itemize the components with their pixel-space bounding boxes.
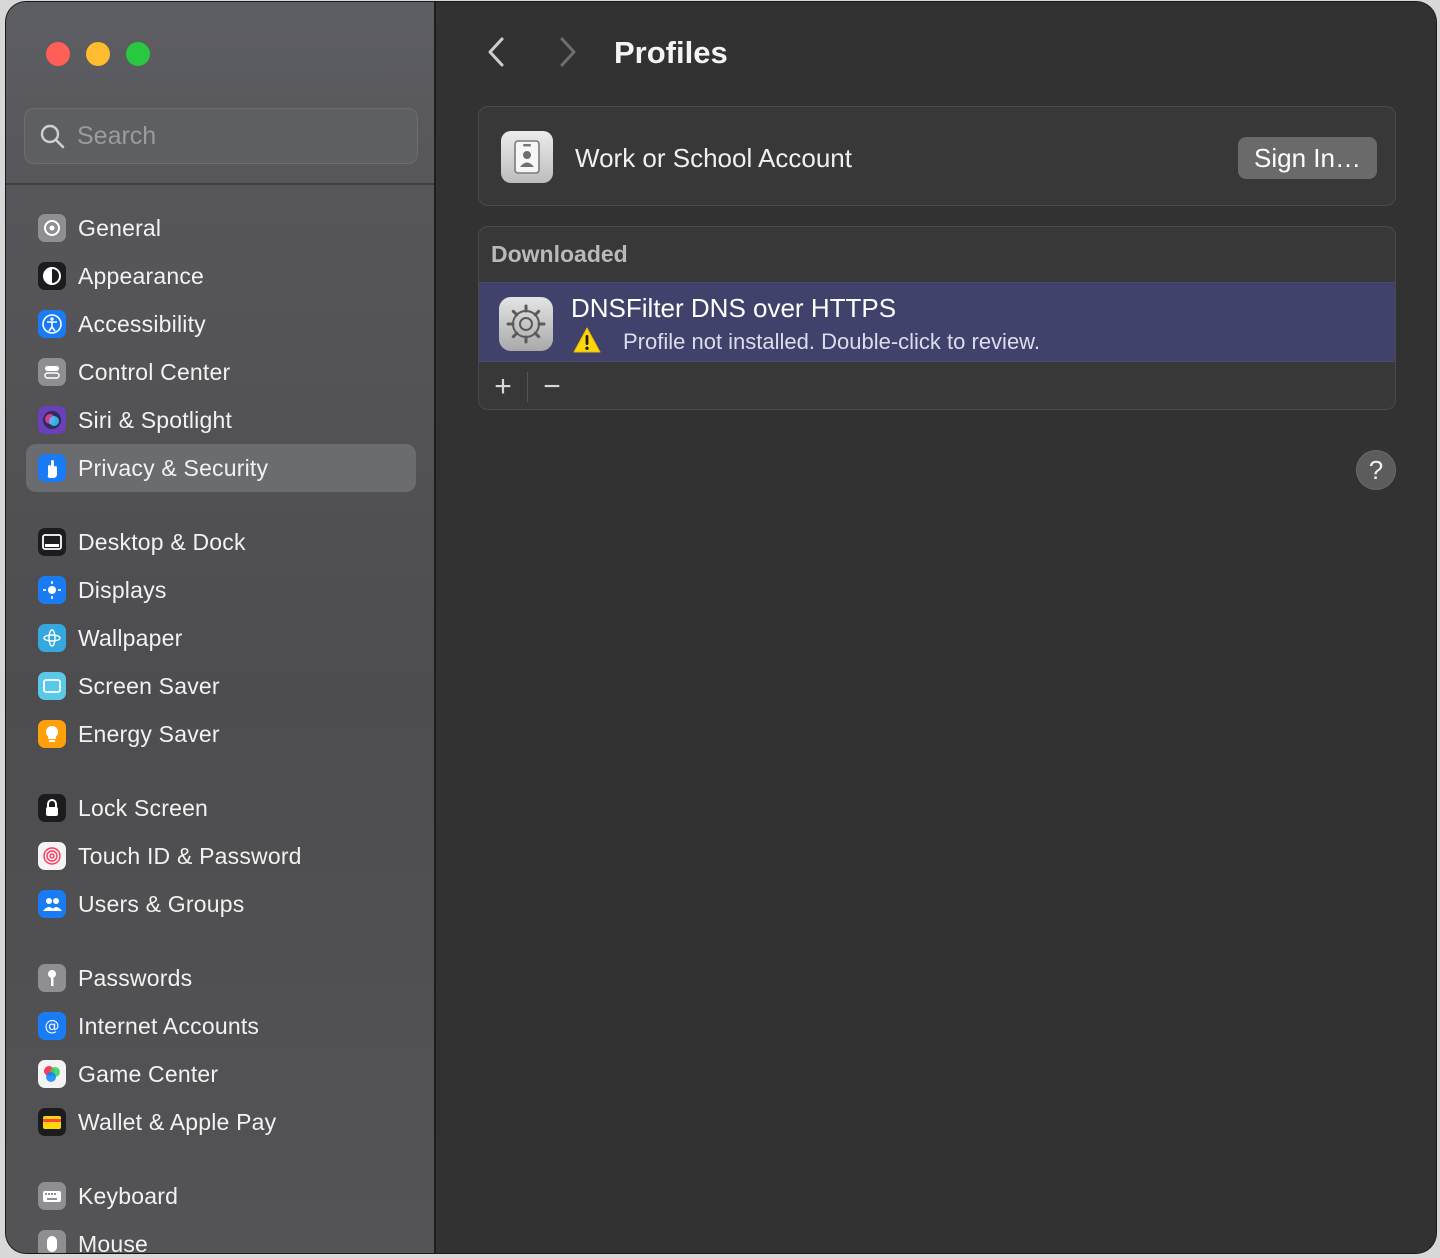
screen-saver-icon [38, 672, 66, 700]
sidebar-item-control-center[interactable]: Control Center [26, 348, 416, 396]
sidebar-item-appearance[interactable]: Appearance [26, 252, 416, 300]
users-icon [38, 890, 66, 918]
id-badge-icon [501, 131, 553, 183]
sidebar-item-touch-id-and-password[interactable]: Touch ID & Password [26, 832, 416, 880]
sidebar-item-label: Energy Saver [78, 720, 220, 747]
wallet-icon [38, 1108, 66, 1136]
sidebar-item-label: Touch ID & Password [78, 842, 302, 869]
sidebar-item-label: Mouse [78, 1230, 149, 1254]
downloaded-profiles-card: Downloaded DNSFilter DNS over HTTPS Prof… [478, 226, 1396, 410]
sidebar-item-siri-and-spotlight[interactable]: Siri & Spotlight [26, 396, 416, 444]
sidebar-item-keyboard[interactable]: Keyboard [26, 1172, 416, 1220]
close-window-button[interactable] [46, 42, 70, 66]
sidebar-item-label: Wallet & Apple Pay [78, 1108, 277, 1135]
sidebar-item-game-center[interactable]: Game Center [26, 1050, 416, 1098]
appearance-icon [38, 262, 66, 290]
sidebar-divider [6, 183, 434, 185]
warning-icon [573, 327, 601, 353]
sun-icon [38, 576, 66, 604]
siri-icon [38, 406, 66, 434]
gear-icon [38, 214, 66, 242]
sidebar-item-lock-screen[interactable]: Lock Screen [26, 784, 416, 832]
sidebar-item-label: Screen Saver [78, 672, 220, 699]
sidebar-item-passwords[interactable]: Passwords [26, 954, 416, 1002]
system-settings-window: General Appearance Accessibility Control Ce… [6, 2, 1436, 1253]
sidebar-item-label: Appearance [78, 262, 205, 289]
at-icon: @ [38, 1012, 66, 1040]
sidebar-item-wallpaper[interactable]: Wallpaper [26, 614, 416, 662]
flower-icon [38, 624, 66, 652]
sidebar-item-label: General [78, 214, 162, 241]
sidebar-item-general[interactable]: General [26, 204, 416, 252]
remove-profile-button[interactable]: − [528, 364, 576, 409]
control-center-icon [38, 358, 66, 386]
sidebar-item-accessibility[interactable]: Accessibility [26, 300, 416, 348]
sidebar-item-label: Wallpaper [78, 624, 183, 651]
sidebar-item-internet-accounts[interactable]: @ Internet Accounts [26, 1002, 416, 1050]
page-title: Profiles [614, 35, 728, 70]
sidebar-group: General Appearance Accessibility Control Ce… [26, 204, 416, 492]
sidebar-item-label: Displays [78, 576, 167, 603]
sidebar-item-users-and-groups[interactable]: Users & Groups [26, 880, 416, 928]
sidebar-group: Keyboard Mouse [26, 1172, 416, 1253]
lock-icon [38, 794, 66, 822]
back-button[interactable] [480, 32, 512, 72]
magnifier-icon [40, 124, 65, 149]
sidebar-group: Lock Screen Touch ID & Password Users & Gr… [26, 784, 416, 928]
section-header: Downloaded [491, 241, 628, 267]
sidebar-item-label: Lock Screen [78, 794, 209, 821]
hand-icon [38, 454, 66, 482]
sidebar-item-label: Internet Accounts [78, 1012, 260, 1039]
sidebar-item-wallet-and-apple-pay[interactable]: Wallet & Apple Pay [26, 1098, 416, 1146]
sidebar-item-label: Siri & Spotlight [78, 406, 233, 433]
sidebar-item-displays[interactable]: Displays [26, 566, 416, 614]
sidebar-group: Desktop & Dock Displays Wallpaper Screen Sa… [26, 518, 416, 758]
traffic-lights [46, 42, 150, 66]
sidebar-item-label: Passwords [78, 964, 193, 991]
sidebar-item-screen-saver[interactable]: Screen Saver [26, 662, 416, 710]
sidebar: General Appearance Accessibility Control Ce… [6, 2, 436, 1253]
sidebar-item-mouse[interactable]: Mouse [26, 1220, 416, 1253]
forward-button[interactable] [552, 32, 584, 72]
sidebar-item-label: Privacy & Security [78, 454, 269, 481]
sidebar-item-privacy-and-security[interactable]: Privacy & Security [26, 444, 416, 492]
sidebar-item-label: Desktop & Dock [78, 528, 246, 555]
zoom-window-button[interactable] [126, 42, 150, 66]
sidebar-item-label: Accessibility [78, 310, 206, 337]
main-pane: Profiles Work or School Account Sign In…… [438, 2, 1436, 1253]
sidebar-item-desktop-and-dock[interactable]: Desktop & Dock [26, 518, 416, 566]
sidebar-item-label: Control Center [78, 358, 231, 385]
svg-text:@: @ [45, 1017, 60, 1035]
dock-icon [38, 528, 66, 556]
help-button[interactable]: ? [1356, 450, 1396, 490]
work-school-account-card: Work or School Account Sign In… [478, 106, 1396, 206]
lightbulb-icon [38, 720, 66, 748]
keyboard-icon [38, 1182, 66, 1210]
sidebar-item-label: Keyboard [78, 1182, 179, 1209]
history-nav [480, 32, 584, 72]
sign-in-button[interactable]: Sign In… [1238, 137, 1377, 179]
accessibility-icon [38, 310, 66, 338]
settings-gear-icon [499, 297, 553, 351]
sidebar-item-label: Game Center [78, 1060, 219, 1087]
mouse-icon [38, 1230, 66, 1253]
chevron-right-icon [560, 37, 576, 67]
sidebar-group: Passwords @ Internet Accounts Game Center Wa… [26, 954, 416, 1146]
game-center-icon [38, 1060, 66, 1088]
add-profile-button[interactable]: + [479, 364, 527, 409]
profile-name: DNSFilter DNS over HTTPS [571, 293, 897, 323]
account-label: Work or School Account [575, 143, 852, 173]
profile-row[interactable]: DNSFilter DNS over HTTPS Profile not ins… [479, 282, 1395, 362]
profile-status: Profile not installed. Double-click to r… [623, 329, 1040, 354]
sidebar-nav: General Appearance Accessibility Control Ce… [26, 204, 416, 1253]
fingerprint-icon [38, 842, 66, 870]
minimize-window-button[interactable] [86, 42, 110, 66]
key-icon [38, 964, 66, 992]
list-toolbar: + − [479, 364, 1395, 409]
search-field[interactable] [24, 108, 418, 164]
sidebar-item-energy-saver[interactable]: Energy Saver [26, 710, 416, 758]
search-input[interactable] [77, 121, 377, 151]
chevron-left-icon [488, 37, 504, 67]
sidebar-item-label: Users & Groups [78, 890, 245, 917]
